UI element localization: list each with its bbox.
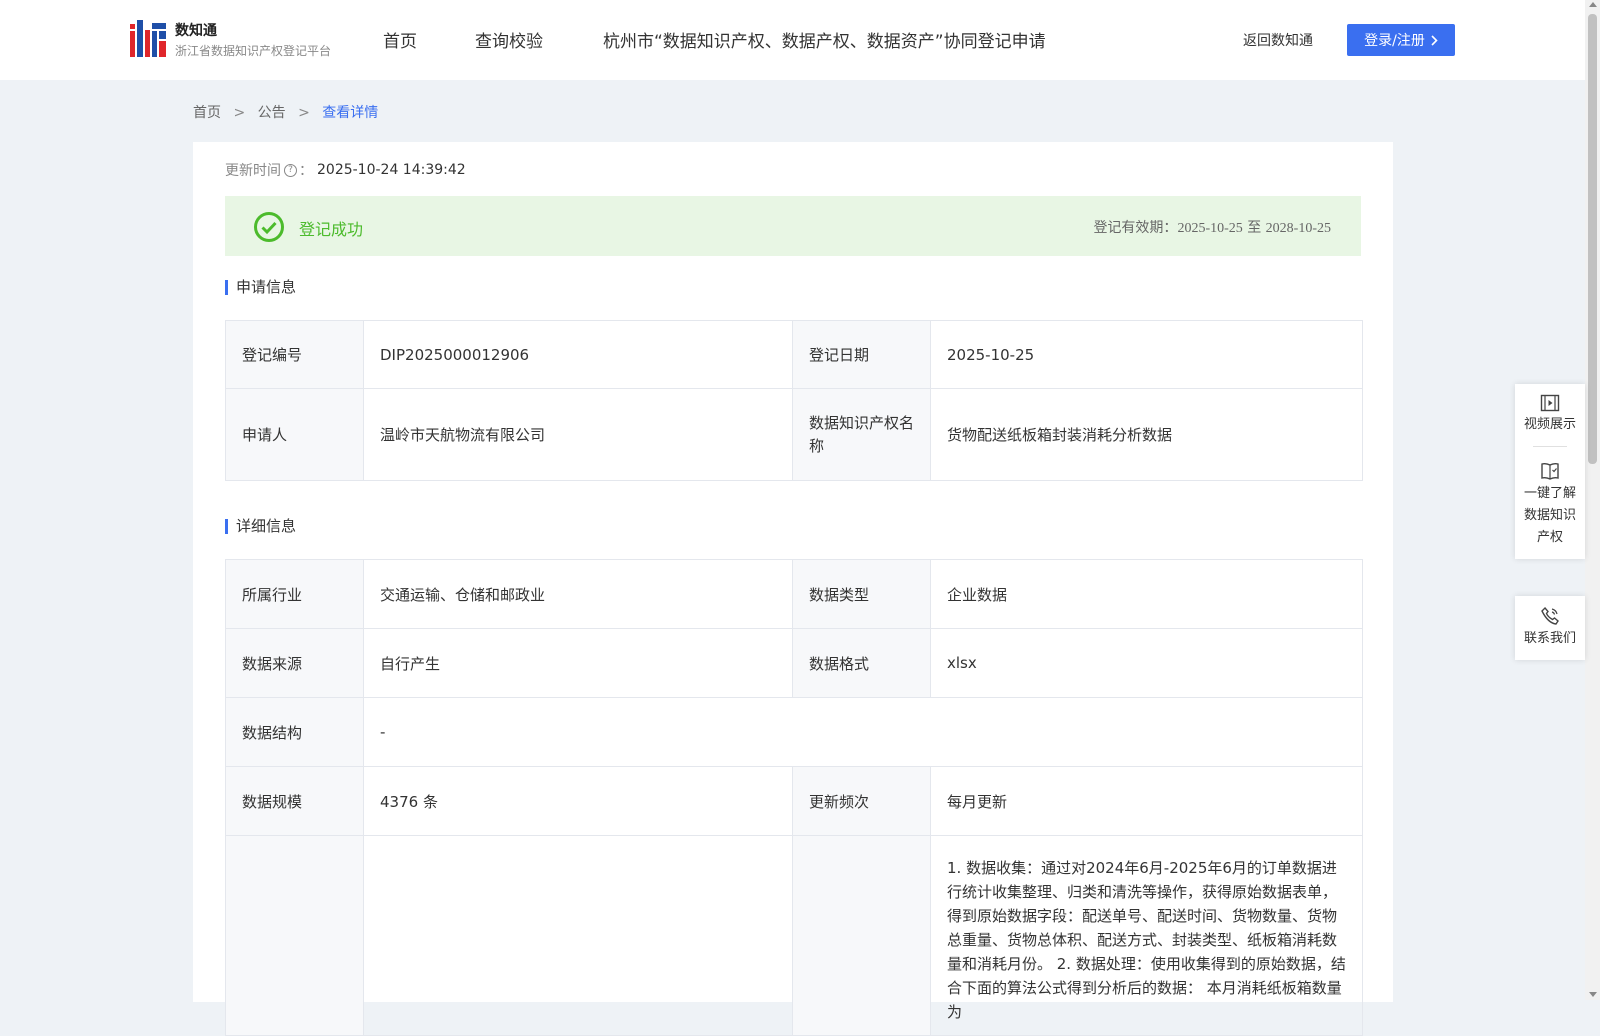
learn-ip-button[interactable]: 一键了解数据知识产权 — [1515, 447, 1585, 559]
colon: ： — [299, 163, 313, 179]
status-text: 登记成功 — [299, 220, 364, 239]
page-scrollbar[interactable] — [1585, 0, 1600, 1000]
validity-to: 至 — [1247, 220, 1262, 236]
update-time-row: 更新时间 ? ： 2025-10-24 14:39:42 — [225, 160, 466, 180]
phone-icon — [1541, 606, 1559, 625]
nav-query[interactable]: 查询校验 — [475, 27, 543, 52]
reg-date-value: 2025-10-25 — [930, 320, 1363, 389]
industry-value: 交通运输、仓储和邮政业 — [363, 559, 793, 629]
scroll-up-arrow-icon[interactable] — [1589, 2, 1597, 7]
contact-us-button[interactable]: 联系我们 — [1515, 596, 1585, 660]
scale-value: 4376 条 — [363, 766, 793, 836]
book-icon — [1541, 462, 1559, 480]
applicant-label: 申请人 — [225, 388, 364, 481]
ip-name-value: 货物配送纸板箱封装消耗分析数据 — [930, 388, 1363, 481]
logo-subtitle: 浙江省数据知识产权登记平台 — [175, 44, 332, 58]
breadcrumb-notice[interactable]: 公告 — [258, 105, 286, 121]
validity-end: 2028-10-25 — [1265, 221, 1331, 236]
table-row: 数据结构 - — [225, 697, 1363, 767]
breadcrumb-home[interactable]: 首页 — [193, 105, 221, 121]
nav-home[interactable]: 首页 — [383, 27, 417, 52]
chevron-right-icon — [1431, 34, 1438, 46]
check-circle-icon — [254, 212, 284, 242]
breadcrumb-separator: > — [298, 105, 310, 121]
validity-label: 登记有效期： — [1093, 220, 1178, 236]
scale-label: 数据规模 — [225, 766, 364, 836]
reg-date-label: 登记日期 — [792, 320, 931, 389]
data-type-label: 数据类型 — [792, 559, 931, 629]
table-row: 1. 数据收集：通过对2024年6月-2025年6月的订单数据进行统计收集整理、… — [225, 835, 1363, 1036]
status-banner: 登记成功 登记有效期：2025-10-25 至 2028-10-25 — [225, 196, 1361, 256]
table-row: 所属行业 交通运输、仓储和邮政业 数据类型 企业数据 — [225, 559, 1363, 629]
scroll-thumb[interactable] — [1588, 14, 1597, 464]
video-showcase-button[interactable]: 视频展示 — [1515, 384, 1585, 446]
detail-card: 更新时间 ? ： 2025-10-24 14:39:42 登记成功 登记有效期：… — [193, 142, 1393, 1036]
side-float-panel: 视频展示 一键了解数据知识产权 — [1515, 384, 1585, 559]
empty-label-cell — [792, 835, 931, 1036]
application-table: 登记编号 DIP2025000012906 登记日期 2025-10-25 申请… — [225, 320, 1363, 481]
update-time-label: 更新时间 — [225, 163, 281, 179]
section-title-application: 申请信息 — [225, 280, 296, 295]
validity-period: 登记有效期：2025-10-25 至 2028-10-25 — [1093, 217, 1331, 237]
logo-title: 数知通 — [175, 23, 217, 39]
update-time-value: 2025-10-24 14:39:42 — [317, 162, 466, 178]
back-link[interactable]: 返回数知通 — [1243, 30, 1313, 50]
table-row: 数据来源 自行产生 数据格式 xlsx — [225, 628, 1363, 698]
login-register-label: 登录/注册 — [1364, 33, 1425, 49]
format-value: xlsx — [930, 628, 1363, 698]
scroll-down-arrow-icon[interactable] — [1589, 992, 1597, 997]
source-value: 自行产生 — [363, 628, 793, 698]
top-header: 数知通 浙江省数据知识产权登记平台 首页 查询校验 杭州市“数据知识产权、数据产… — [0, 0, 1585, 80]
table-row: 数据规模 4376 条 更新频次 每月更新 — [225, 766, 1363, 836]
ip-name-label: 数据知识产权名称 — [792, 388, 931, 481]
video-icon — [1540, 394, 1560, 412]
format-label: 数据格式 — [792, 628, 931, 698]
source-label: 数据来源 — [225, 628, 364, 698]
data-type-value: 企业数据 — [930, 559, 1363, 629]
breadcrumb-separator: > — [233, 105, 246, 121]
empty-label-cell — [225, 835, 364, 1036]
industry-label: 所属行业 — [225, 559, 364, 629]
validity-start: 2025-10-25 — [1177, 221, 1243, 236]
learn-ip-label: 一键了解数据知识产权 — [1523, 486, 1576, 545]
contact-float-panel: 联系我们 — [1515, 596, 1585, 660]
logo-icon[interactable] — [130, 20, 166, 58]
reg-no-label: 登记编号 — [225, 320, 364, 389]
applicant-value: 温岭市天航物流有限公司 — [363, 388, 793, 481]
breadcrumb: 首页 > 公告 > 查看详情 — [193, 102, 386, 122]
reg-no-value: DIP2025000012906 — [363, 320, 793, 389]
video-showcase-label: 视频展示 — [1523, 417, 1576, 432]
structure-label: 数据结构 — [225, 697, 364, 767]
process-description: 1. 数据收集：通过对2024年6月-2025年6月的订单数据进行统计收集整理、… — [930, 835, 1363, 1036]
nav-hangzhou-registration[interactable]: 杭州市“数据知识产权、数据产权、数据资产”协同登记申请 — [603, 27, 1046, 52]
frequency-label: 更新频次 — [792, 766, 931, 836]
empty-value-cell — [363, 835, 793, 1036]
section-title-details: 详细信息 — [225, 519, 296, 534]
details-table: 所属行业 交通运输、仓储和邮政业 数据类型 企业数据 数据来源 自行产生 数据格… — [225, 559, 1363, 1036]
login-register-button[interactable]: 登录/注册 — [1347, 24, 1455, 56]
breadcrumb-current: 查看详情 — [322, 105, 379, 121]
contact-us-label: 联系我们 — [1523, 631, 1576, 646]
structure-value: - — [363, 697, 1363, 767]
frequency-value: 每月更新 — [930, 766, 1363, 836]
help-icon[interactable]: ? — [284, 163, 297, 177]
table-row: 申请人 温岭市天航物流有限公司 数据知识产权名称 货物配送纸板箱封装消耗分析数据 — [225, 388, 1363, 481]
table-row: 登记编号 DIP2025000012906 登记日期 2025-10-25 — [225, 320, 1363, 389]
